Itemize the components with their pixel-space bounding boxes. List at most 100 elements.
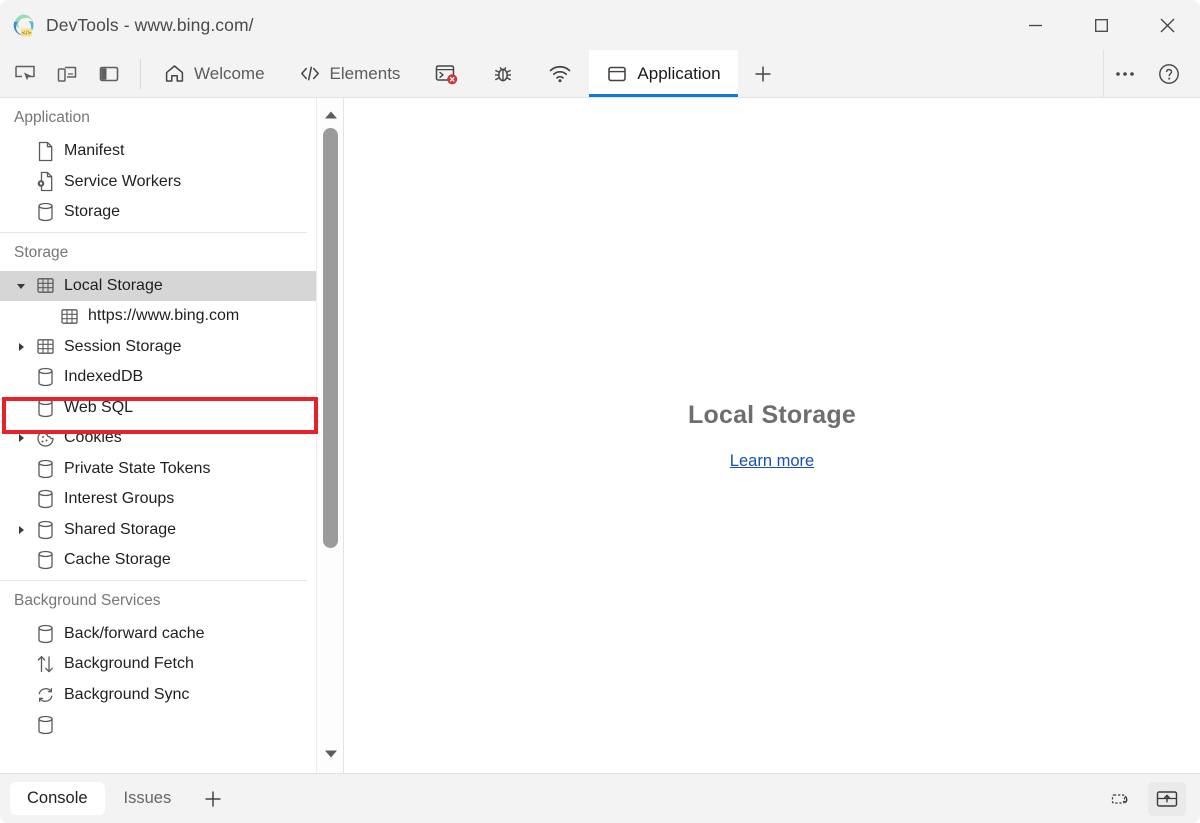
tab-debugger[interactable] bbox=[475, 50, 531, 97]
plus-icon bbox=[752, 63, 774, 85]
sidebar-item-shared-storage[interactable]: Shared Storage bbox=[0, 515, 317, 546]
sidebar-item-indexeddb[interactable]: IndexedDB bbox=[0, 362, 317, 393]
title-bar: </> DevTools - www.bing.com/ bbox=[0, 0, 1200, 50]
tab-elements[interactable]: Elements bbox=[282, 50, 418, 97]
window-controls bbox=[1002, 0, 1200, 50]
minimize-icon[interactable] bbox=[1002, 0, 1068, 50]
database-icon bbox=[32, 202, 58, 222]
sidebar-item-clipped[interactable] bbox=[0, 710, 317, 741]
tab-list: Welcome Elements bbox=[147, 50, 1103, 97]
sidebar-section-background-services-title: Background Services bbox=[0, 581, 317, 619]
database-icon bbox=[32, 624, 58, 644]
drawer-bar: Console Issues bbox=[0, 773, 1200, 823]
page-title: Local Storage bbox=[688, 401, 856, 430]
devtools-window: </> DevTools - www.bing.com/ bbox=[0, 0, 1200, 823]
application-sidebar: Application Manifest bbox=[0, 98, 344, 773]
sidebar-item-label: Storage bbox=[58, 203, 120, 221]
chevron-right-icon[interactable] bbox=[10, 432, 32, 444]
scroll-up-arrow-icon[interactable] bbox=[317, 102, 344, 128]
sidebar-scrollbar[interactable] bbox=[316, 98, 343, 773]
device-toggle-icon[interactable] bbox=[48, 55, 86, 93]
toolbar-divider bbox=[140, 59, 141, 89]
scrollbar-thumb[interactable] bbox=[323, 128, 338, 548]
sidebar-item-interest-groups[interactable]: Interest Groups bbox=[0, 484, 317, 515]
sidebar-tree: Application Manifest bbox=[0, 98, 317, 773]
window-title: DevTools - www.bing.com/ bbox=[46, 15, 254, 36]
sidebar-item-label: Session Storage bbox=[58, 338, 181, 356]
database-icon bbox=[32, 489, 58, 509]
dock-top-icon[interactable] bbox=[1148, 782, 1186, 816]
sidebar-item-local-storage[interactable]: Local Storage bbox=[0, 271, 317, 302]
sidebar-item-cookies[interactable]: Cookies bbox=[0, 423, 317, 454]
tab-network[interactable] bbox=[531, 50, 589, 97]
tab-label: Application bbox=[637, 64, 720, 84]
database-icon bbox=[32, 459, 58, 479]
console-error-icon bbox=[434, 62, 458, 86]
sidebar-item-private-state-tokens[interactable]: Private State Tokens bbox=[0, 454, 317, 485]
sidebar-item-label: Cache Storage bbox=[58, 551, 171, 569]
sidebar-item-label: IndexedDB bbox=[58, 368, 143, 386]
sidebar-item-label: https://www.bing.com bbox=[82, 307, 239, 325]
dock-side-icon[interactable] bbox=[90, 55, 128, 93]
ellipsis-icon[interactable] bbox=[1104, 55, 1146, 93]
service-worker-icon bbox=[32, 171, 58, 192]
tab-label: Welcome bbox=[194, 64, 265, 84]
sidebar-item-label: Background Fetch bbox=[58, 655, 194, 673]
restore-panel-icon[interactable] bbox=[1102, 782, 1140, 816]
sidebar-item-label: Web SQL bbox=[58, 399, 133, 417]
drawer-add-tab-button[interactable] bbox=[190, 782, 236, 816]
add-tab-button[interactable] bbox=[738, 50, 788, 97]
sidebar-item-label: Service Workers bbox=[58, 173, 181, 191]
drawer-tab-issues[interactable]: Issues bbox=[107, 782, 189, 815]
scroll-down-arrow-icon[interactable] bbox=[317, 741, 344, 767]
database-icon bbox=[32, 398, 58, 418]
manifest-file-icon bbox=[32, 141, 58, 162]
drawer-tab-list: Console Issues bbox=[0, 782, 236, 816]
sidebar-item-back-forward-cache[interactable]: Back/forward cache bbox=[0, 619, 317, 650]
sidebar-section-application-title: Application bbox=[0, 98, 317, 136]
toolbar-right-buttons bbox=[1103, 50, 1200, 97]
table-grid-icon bbox=[56, 307, 82, 326]
maximize-icon[interactable] bbox=[1068, 0, 1134, 50]
chevron-down-icon[interactable] bbox=[10, 280, 32, 292]
close-icon[interactable] bbox=[1134, 0, 1200, 50]
drawer-tab-console[interactable]: Console bbox=[10, 782, 105, 815]
code-brackets-icon bbox=[299, 63, 321, 84]
sidebar-item-background-fetch[interactable]: Background Fetch bbox=[0, 649, 317, 680]
chevron-right-icon[interactable] bbox=[10, 341, 32, 353]
arrows-up-down-icon bbox=[32, 654, 58, 674]
table-grid-icon bbox=[32, 337, 58, 356]
cookie-icon bbox=[32, 429, 58, 448]
sidebar-item-label: Shared Storage bbox=[58, 521, 176, 539]
learn-more-link[interactable]: Learn more bbox=[730, 452, 814, 471]
sidebar-item-label: Local Storage bbox=[58, 277, 163, 295]
sidebar-section-storage-title: Storage bbox=[0, 233, 317, 271]
inspect-cursor-icon[interactable] bbox=[6, 55, 44, 93]
sidebar-item-label: Background Sync bbox=[58, 686, 189, 704]
tab-application[interactable]: Application bbox=[589, 50, 737, 97]
sidebar-item-label: Interest Groups bbox=[58, 490, 174, 508]
tab-welcome[interactable]: Welcome bbox=[147, 50, 282, 97]
sidebar-item-label: Back/forward cache bbox=[58, 625, 205, 643]
chevron-right-icon[interactable] bbox=[10, 524, 32, 536]
question-circle-icon[interactable] bbox=[1148, 55, 1190, 93]
sidebar-item-storage[interactable]: Storage bbox=[0, 197, 317, 228]
sidebar-item-session-storage[interactable]: Session Storage bbox=[0, 332, 317, 363]
network-wifi-icon bbox=[548, 63, 572, 85]
sidebar-item-bing-origin[interactable]: https://www.bing.com bbox=[0, 301, 317, 332]
database-icon bbox=[32, 367, 58, 387]
database-icon bbox=[32, 520, 58, 540]
tab-console-errors[interactable] bbox=[417, 50, 475, 97]
database-icon bbox=[32, 550, 58, 570]
sidebar-item-web-sql[interactable]: Web SQL bbox=[0, 393, 317, 424]
sidebar-item-label: Private State Tokens bbox=[58, 460, 210, 478]
plus-icon bbox=[202, 788, 224, 810]
svg-text:</>: </> bbox=[21, 30, 31, 36]
devtools-tab-strip: Welcome Elements bbox=[0, 50, 1200, 98]
sidebar-item-service-workers[interactable]: Service Workers bbox=[0, 167, 317, 198]
home-icon bbox=[164, 63, 185, 84]
sidebar-item-cache-storage[interactable]: Cache Storage bbox=[0, 545, 317, 576]
sidebar-item-background-sync[interactable]: Background Sync bbox=[0, 680, 317, 711]
sidebar-item-manifest[interactable]: Manifest bbox=[0, 136, 317, 167]
tab-label: Elements bbox=[330, 64, 401, 84]
